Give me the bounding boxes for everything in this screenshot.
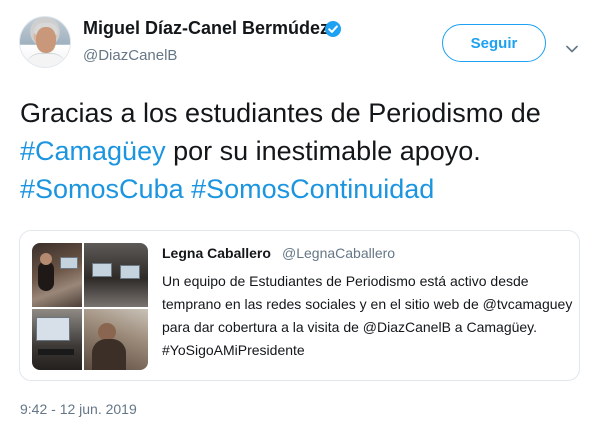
chevron-down-icon[interactable] [566,40,578,53]
tweet-text-part: por su inestimable apoyo. [165,136,481,166]
quoted-tweet-media-grid[interactable] [32,243,148,370]
verified-icon [325,21,341,37]
quoted-text-line: para dar cobertura a la visita de @DiazC… [162,319,538,335]
avatar-shirt [26,53,66,67]
quoted-author-handle[interactable]: @LegnaCaballero [282,245,395,261]
quoted-author-name[interactable]: Legna Caballero [162,245,271,261]
person-shape [92,339,126,370]
person-shape [38,261,54,291]
quoted-text-line: temprano en las redes sociales y en el s… [162,296,573,312]
media-photo[interactable] [84,309,148,370]
quoted-text-line: Un equipo de Estudiantes de Periodismo e… [162,273,529,289]
tweet-text: Gracias a los estudiantes de Periodismo … [20,94,595,208]
monitor-shape [120,265,140,279]
hashtag-link[interactable]: #Camagüey [20,136,166,166]
quoted-tweet-card[interactable]: Legna Caballero @LegnaCaballero Un equip… [19,230,580,381]
tweet-text-part: Gracias a los estudiantes de Periodismo … [20,98,541,128]
hashtag-link[interactable]: #SomosContinuidad [191,174,434,204]
avatar-face [36,27,56,53]
media-photo[interactable] [32,243,82,307]
person-head-shape [40,253,52,265]
follow-button[interactable]: Seguir [442,24,546,62]
quoted-tweet-text: Un equipo de Estudiantes de Periodismo e… [162,270,572,362]
user-name[interactable]: Miguel Díaz-Canel Bermúdez [83,18,329,39]
avatar[interactable] [19,16,71,68]
tweet-timestamp[interactable]: 9:42 - 12 jun. 2019 [20,401,137,417]
user-handle[interactable]: @DiazCanelB [83,47,177,64]
monitor-shape [36,317,70,341]
media-photo[interactable] [32,309,82,370]
quoted-text-line: #YoSigoAMiPresidente [162,342,305,358]
hashtag-link[interactable]: #SomosCuba [20,174,184,204]
monitor-shape [60,257,78,269]
monitor-shape [92,263,112,277]
keyboard-shape [38,349,74,355]
media-photo[interactable] [84,243,148,307]
